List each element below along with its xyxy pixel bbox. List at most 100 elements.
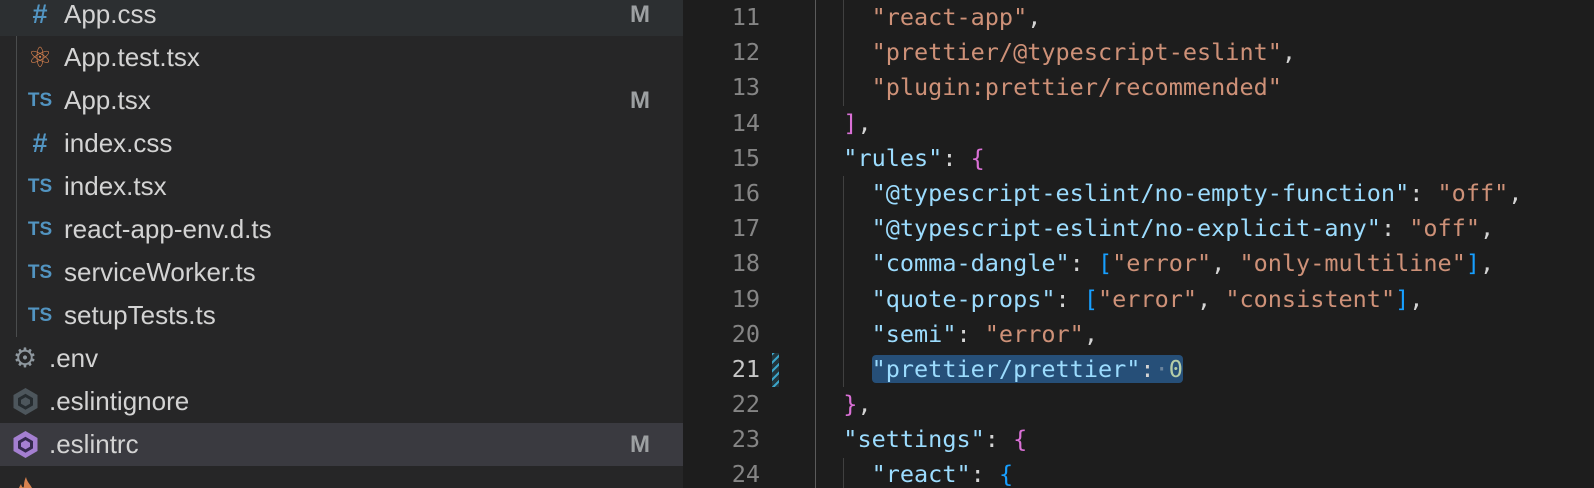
token-str: "error": [985, 320, 1084, 348]
file-name: App.test.tsx: [64, 42, 200, 73]
file-name: react-app-env.d.ts: [64, 214, 272, 245]
token-pun: [815, 355, 872, 383]
token-key: "quote-props": [872, 285, 1056, 313]
code-line-15[interactable]: "rules": {: [683, 141, 1594, 176]
token-b2: }: [843, 390, 857, 418]
token-pun: ,: [857, 109, 871, 137]
eslint-icon-active: [10, 430, 40, 460]
file-row-serviceWorker.ts[interactable]: TSserviceWorker.ts: [0, 251, 683, 294]
token-pun: ,: [1480, 249, 1494, 277]
token-pun: :: [1140, 355, 1154, 383]
token-key: "prettier/prettier": [872, 355, 1141, 383]
git-modified-badge: M: [630, 431, 650, 459]
token-pun: [815, 320, 872, 348]
file-row-index.tsx[interactable]: TS index.tsx: [0, 165, 683, 208]
code-line-13[interactable]: "plugin:prettier/recommended": [683, 70, 1594, 105]
git-modified-badge: M: [630, 1, 650, 29]
code-line-12[interactable]: "prettier/@typescript-eslint",: [683, 35, 1594, 70]
file-row-.eslintignore[interactable]: .eslintignore: [0, 380, 683, 423]
code-line-22[interactable]: },: [683, 387, 1594, 422]
ts-icon: TS: [25, 258, 55, 288]
code-line-14[interactable]: ],: [683, 106, 1594, 141]
token-key: "semi": [872, 320, 957, 348]
code-line-19[interactable]: "quote-props": ["error", "consistent"],: [683, 282, 1594, 317]
token-str: "off": [1438, 179, 1509, 207]
code-line-21[interactable]: "prettier/prettier":·0: [683, 352, 1594, 387]
token-pun: [815, 3, 872, 31]
file-row-App.test.tsx[interactable]: ⚛ App.test.tsx: [0, 36, 683, 79]
code-line-16[interactable]: "@typescript-eslint/no-empty-function": …: [683, 176, 1594, 211]
token-pun: [815, 249, 872, 277]
token-pun: ,: [1409, 285, 1423, 313]
token-b2: {: [971, 144, 985, 172]
file-row-.env[interactable]: ⚙ .env: [0, 337, 683, 380]
token-str: "off": [1409, 214, 1480, 242]
token-b2: ]: [843, 109, 857, 137]
file-row-App.tsx[interactable]: TSApp.tsxM: [0, 79, 683, 122]
token-str: "react-app": [872, 3, 1028, 31]
ts-icon: TS: [25, 215, 55, 245]
token-pun: [815, 425, 843, 453]
token-pun: :: [985, 425, 1013, 453]
token-pun: [815, 144, 843, 172]
token-pun: [815, 390, 843, 418]
code-line-18[interactable]: "comma-dangle": ["error", "only-multilin…: [683, 246, 1594, 281]
file-row-App.css[interactable]: #App.cssM: [0, 0, 683, 36]
code-line-23[interactable]: "settings": {: [683, 422, 1594, 457]
file-row-setupTests.ts[interactable]: TSsetupTests.ts: [0, 294, 683, 337]
file-row-index.css[interactable]: #index.css: [0, 122, 683, 165]
file-name: .env: [49, 343, 98, 374]
file-name: index.tsx: [64, 171, 167, 202]
token-key: "settings": [843, 425, 984, 453]
code-area[interactable]: "react-app", "prettier/@typescript-eslin…: [683, 0, 1594, 488]
token-pun: [815, 460, 872, 488]
token-pun: :: [1381, 214, 1409, 242]
ts-icon: TS: [25, 172, 55, 202]
token-pun: :: [1409, 179, 1437, 207]
vscode-window: #App.cssM⚛App.test.tsxTSApp.tsxM#index.c…: [0, 0, 1594, 488]
file-name: App.tsx: [64, 85, 151, 116]
code-line-17[interactable]: "@typescript-eslint/no-explicit-any": "o…: [683, 211, 1594, 246]
token-b3: [: [1098, 249, 1112, 277]
file-list: #App.cssM⚛App.test.tsxTSApp.tsxM#index.c…: [0, 0, 683, 488]
whitespace-dot: ·: [1155, 355, 1169, 383]
token-pun: ,: [1480, 214, 1494, 242]
token-pun: ,: [1197, 285, 1225, 313]
token-str: "plugin:prettier/recommended": [872, 73, 1282, 101]
code-line-24[interactable]: "react": {: [683, 457, 1594, 488]
file-name: .eslintignore: [49, 386, 189, 417]
file-row-.eslintrc[interactable]: .eslintrc M: [0, 423, 683, 466]
gear-icon: ⚙: [10, 344, 40, 374]
token-pun: ,: [1084, 320, 1098, 348]
git-modified-badge: M: [630, 87, 650, 115]
token-pun: :: [942, 144, 970, 172]
token-pun: ,: [1211, 249, 1239, 277]
token-pun: ,: [1282, 38, 1296, 66]
file-row-partial[interactable]: [0, 466, 683, 488]
token-key: "@typescript-eslint/no-empty-function": [872, 179, 1410, 207]
selected-text: "prettier/prettier":·0: [872, 355, 1183, 383]
token-str: "prettier/@typescript-eslint": [872, 38, 1282, 66]
token-pun: [815, 38, 872, 66]
token-key: "comma-dangle": [872, 249, 1070, 277]
file-name: App.css: [64, 0, 157, 30]
token-str: "error": [1098, 285, 1197, 313]
token-pun: :: [956, 320, 984, 348]
code-line-11[interactable]: "react-app",: [683, 0, 1594, 35]
token-pun: ,: [1027, 3, 1041, 31]
editor-pane[interactable]: 1112131415161718192021222324 "react-app"…: [683, 0, 1594, 488]
eslint-icon: [10, 387, 40, 417]
token-pun: :: [1056, 285, 1084, 313]
token-pun: :: [971, 460, 999, 488]
token-pun: ,: [857, 390, 871, 418]
file-row-react-app-env.d.ts[interactable]: TS react-app-env.d.ts: [0, 208, 683, 251]
token-num: 0: [1169, 355, 1183, 383]
code-line-20[interactable]: "semi": "error",: [683, 317, 1594, 352]
token-pun: :: [1070, 249, 1098, 277]
token-key: "@typescript-eslint/no-explicit-any": [872, 214, 1381, 242]
react-icon: ⚛: [25, 43, 55, 73]
token-b3: [: [1084, 285, 1098, 313]
file-name: index.css: [64, 128, 172, 159]
token-str: "only-multiline": [1239, 249, 1465, 277]
file-name: .eslintrc: [49, 429, 139, 460]
